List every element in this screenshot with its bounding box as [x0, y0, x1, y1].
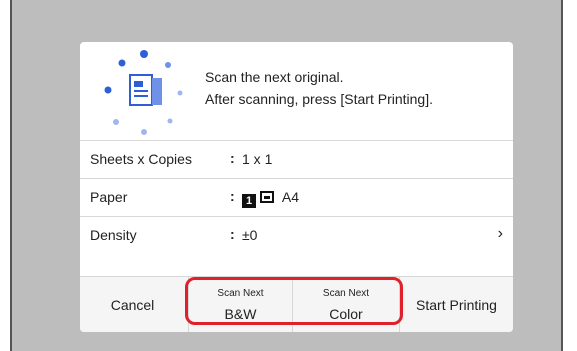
paper-label: Paper: [90, 189, 128, 205]
paper-value-group: 1 A4: [242, 189, 299, 208]
paper-row[interactable]: Paper : 1 A4: [80, 178, 513, 216]
cancel-button[interactable]: Cancel: [80, 277, 185, 332]
scanning-progress-icon: [104, 50, 183, 135]
cancel-label: Cancel: [110, 297, 155, 313]
sheets-copies-label: Sheets x Copies: [90, 151, 192, 167]
paper-tray-1-icon: 1: [242, 194, 256, 208]
density-colon: :: [230, 226, 235, 242]
start-printing-button[interactable]: Start Printing: [400, 277, 513, 332]
start-printing-label: Start Printing: [416, 297, 497, 313]
scan-next-color-top-label: Scan Next: [322, 287, 370, 299]
scan-next-color-bottom-label: Color: [329, 305, 363, 322]
scan-next-bw-button[interactable]: Scan Next B&W: [188, 277, 293, 332]
scan-next-color-button[interactable]: Scan Next Color: [293, 277, 400, 332]
paper-colon: :: [230, 188, 235, 204]
sheets-copies-value: 1 x 1: [242, 151, 273, 167]
scan-next-bw-bottom-label: B&W: [224, 305, 257, 322]
scan-message: Scan the next original. After scanning, …: [205, 66, 433, 110]
scan-next-bw-top-label: Scan Next: [217, 287, 264, 299]
paper-size-value: A4: [281, 189, 300, 205]
message-line-1: Scan the next original.: [205, 69, 344, 85]
scan-header: Scan the next original. After scanning, …: [80, 42, 513, 140]
scan-panel: Scan the next original. After scanning, …: [80, 42, 513, 332]
density-label: Density: [90, 227, 137, 243]
sheets-copies-row: Sheets x Copies : 1 x 1: [80, 140, 513, 178]
sheets-copies-colon: :: [230, 150, 235, 166]
density-row[interactable]: Density : ±0 ›: [80, 216, 513, 254]
chevron-right-icon: ›: [497, 225, 503, 242]
paper-size-icon: [260, 191, 274, 203]
action-bar: Cancel Scan Next B&W Scan Next Color Sta…: [80, 276, 513, 332]
message-line-2: After scanning, press [Start Printing].: [205, 91, 433, 107]
density-value: ±0: [242, 227, 258, 243]
